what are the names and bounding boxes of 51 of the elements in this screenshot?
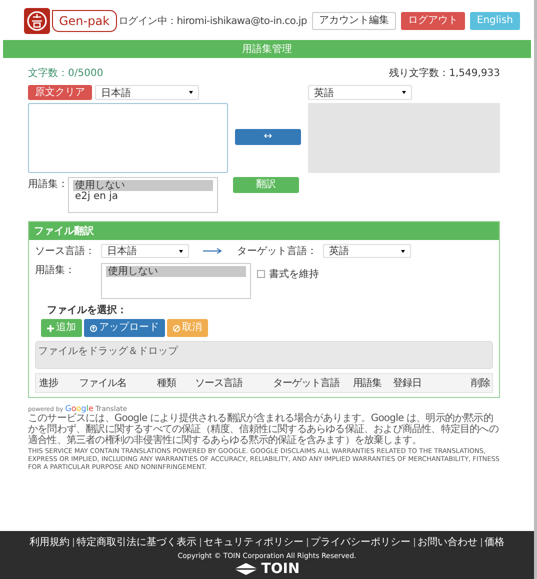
source-text-area[interactable]	[28, 103, 228, 173]
footer-link[interactable]: お問い合わせ	[418, 535, 478, 549]
clear-button[interactable]: 原文クリア	[28, 85, 92, 100]
source-language-select[interactable]: 日本語	[101, 244, 189, 258]
file-action-button[interactable]: アップロード	[84, 319, 165, 337]
footer-link[interactable]: プライバシーポリシー	[310, 535, 410, 549]
drop-zone[interactable]: ファイルをドラッグ＆ドロップ	[35, 341, 493, 369]
column-header: ファイル名	[78, 377, 128, 390]
footer-link[interactable]: セキュリティポリシー	[204, 535, 304, 549]
column-header: 登録日	[392, 377, 422, 390]
target-language-select[interactable]: 英語	[308, 85, 412, 100]
header-button[interactable]: ログアウト	[400, 12, 465, 30]
checkbox[interactable]	[257, 270, 265, 278]
character-count: 文字数：0/5000	[28, 66, 104, 80]
remaining-count: 残り文字数：1,549,933	[389, 66, 500, 80]
brand-logo-icon	[234, 563, 258, 575]
logo-icon	[24, 8, 50, 34]
panel-title: ファイル翻訳	[29, 222, 499, 240]
column-header: 用語集	[352, 376, 382, 390]
column-header: 進捗	[38, 376, 60, 390]
arrow-icon	[203, 248, 223, 254]
upload-icon	[90, 324, 97, 332]
logo-text: Gen-pak	[52, 10, 117, 32]
checkbox-label: 書式を維持	[269, 268, 319, 281]
column-header: 種類	[156, 376, 178, 390]
glossary-option[interactable]: e2j en ja	[73, 191, 213, 202]
swap-button[interactable]: ↔	[235, 129, 301, 145]
title-bar: 用語集管理	[3, 40, 531, 58]
column-header: 削除	[470, 376, 491, 390]
glossary-listbox[interactable]: 使用しない e2j en ja	[68, 177, 218, 213]
source-language-select[interactable]: 日本語	[95, 85, 199, 100]
glossary-listbox[interactable]: 使用しない	[101, 263, 251, 299]
file-select-label: ファイルを選択：	[47, 304, 128, 317]
login-label: ログイン中：hiromi-ishikawa@to-in.co.jp	[118, 14, 307, 28]
glossary-label: 用語集：	[35, 264, 76, 277]
column-header: ソース言語	[194, 376, 244, 390]
glossary-label: 用語集：	[28, 178, 68, 191]
disclaimer-text: このサービスには、Google により提供される翻訳が含まれる場合があります。Google は、明示的か黙示的かを問わず、翻訳に関するすべての保証（精度、信頼性に関するあらゆる保証、および商品性、特定目的への適合性、第三者の権利の非侵害性に関するあらゆる黙示的保証を含みます）を放棄します。	[28, 413, 500, 446]
brand-name: TOIN	[261, 562, 300, 576]
column-header: ターゲット言語	[272, 376, 341, 390]
footer-link[interactable]: 特定商取引法に基づく表示	[76, 535, 196, 549]
plus-icon	[47, 324, 54, 332]
header-button[interactable]: アカウント編集	[312, 12, 396, 30]
glossary-option[interactable]: 使用しない	[106, 266, 246, 277]
source-language-label: ソース言語：	[35, 244, 95, 258]
prohibited-icon	[173, 324, 180, 332]
target-language-label: ターゲット言語：	[237, 244, 317, 258]
target-language-select[interactable]: 英語	[323, 244, 411, 258]
footer-link[interactable]: 価格	[484, 535, 504, 549]
footer-link[interactable]: 利用規約	[30, 535, 70, 549]
glossary-option[interactable]: 使用しない	[73, 180, 213, 191]
